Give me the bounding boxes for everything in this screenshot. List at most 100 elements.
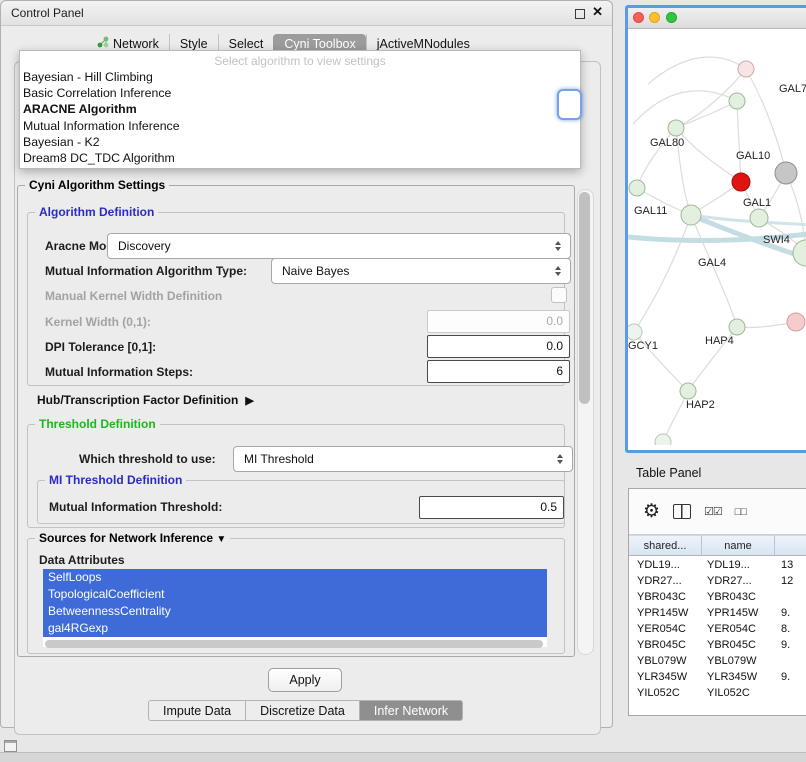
- window-icon[interactable]: [4, 740, 17, 752]
- window-title: Control Panel: [11, 1, 84, 25]
- which-threshold-value: MI Threshold: [234, 452, 551, 466]
- network-view-window: GAL7GAL80GAL10GAL11GAL1SWI4GAL4GCY1HAP4H…: [625, 5, 806, 453]
- threshold-definition-title: Threshold Definition: [35, 417, 160, 431]
- node-label-swi4: SWI4: [763, 234, 790, 246]
- network-window-titlebar[interactable]: [628, 8, 806, 29]
- algorithm-definition-title: Algorithm Definition: [35, 205, 158, 219]
- table-cell: YPR145W: [702, 605, 775, 621]
- tab-infer-network[interactable]: Infer Network: [360, 700, 463, 721]
- settings-scrollbar-thumb[interactable]: [579, 192, 590, 404]
- table-row[interactable]: YDR27...YDR27...12: [629, 573, 806, 589]
- table-row[interactable]: YDL19...YDL19...13: [629, 557, 806, 573]
- table-cell: YIL052C: [629, 685, 702, 701]
- list-item[interactable]: SelfLoops: [43, 569, 547, 586]
- table-row[interactable]: YBL079WYBL079W: [629, 653, 806, 669]
- table-body: YDL19...YDL19...13YDR27...YDR27...12YBR0…: [629, 557, 806, 701]
- dropdown-arrows-icon: [551, 454, 572, 464]
- hub-definition-expander[interactable]: Hub/Transcription Factor Definition▶: [37, 393, 254, 407]
- mac-close-button[interactable]: [633, 12, 644, 23]
- tab-label: jActiveMNodules: [377, 37, 470, 51]
- table-row[interactable]: YIL052CYIL052C: [629, 685, 806, 701]
- data-attributes-label: Data Attributes: [39, 553, 125, 567]
- settings-group-title: Cyni Algorithm Settings: [25, 178, 169, 192]
- sources-group-title[interactable]: Sources for Network Inference ▼: [35, 531, 230, 545]
- algorithm-option[interactable]: Bayesian - Hill Climbing: [20, 69, 580, 85]
- mi-steps-input[interactable]: 6: [427, 360, 570, 383]
- manual-kernel-checkbox[interactable]: [551, 287, 567, 303]
- node-label-gal7: GAL7: [779, 83, 806, 95]
- network-tab-icon: [97, 36, 109, 51]
- expanded-arrow-icon: ▼: [216, 534, 226, 545]
- list-item[interactable]: BetweennessCentrality: [43, 603, 547, 620]
- mi-threshold-group-title: MI Threshold Definition: [45, 473, 186, 487]
- table-cell: 12: [775, 573, 806, 589]
- column-header-name[interactable]: name: [702, 535, 775, 556]
- network-canvas[interactable]: GAL7GAL80GAL10GAL11GAL1SWI4GAL4GCY1HAP4H…: [628, 29, 806, 445]
- mi-threshold-input[interactable]: 0.5: [419, 496, 564, 519]
- kernel-width-label: Kernel Width (0,1):: [45, 315, 151, 329]
- bottom-tabbar: Impute Data Discretize Data Infer Networ…: [148, 700, 463, 721]
- table-cell: YPR145W: [629, 605, 702, 621]
- node-label-hap4: HAP4: [705, 335, 734, 347]
- table-cell: YER054C: [702, 621, 775, 637]
- algorithm-option[interactable]: Dream8 DC_TDC Algorithm: [20, 150, 580, 166]
- gear-icon[interactable]: ⚙: [643, 502, 660, 521]
- dropdown-arrows-icon: [549, 266, 570, 276]
- table-cell: [775, 685, 806, 701]
- data-attributes-list: SelfLoops TopologicalCoefficient Between…: [43, 569, 547, 647]
- columns-icon[interactable]: [673, 504, 691, 519]
- tab-discretize-data[interactable]: Discretize Data: [246, 700, 360, 721]
- tab-impute-data[interactable]: Impute Data: [148, 700, 246, 721]
- algorithm-option-selected[interactable]: ARACNE Algorithm: [20, 101, 580, 117]
- table-row[interactable]: YBR045CYBR045C9.: [629, 637, 806, 653]
- list-horizontal-scrollbar[interactable]: [45, 640, 543, 648]
- algorithm-option[interactable]: Mutual Information Inference: [20, 118, 580, 134]
- mac-minimize-button[interactable]: [649, 12, 660, 23]
- algorithm-combo-focus-fragment[interactable]: [557, 89, 582, 120]
- mac-zoom-button[interactable]: [666, 12, 677, 23]
- mi-type-select[interactable]: Naive Bayes: [271, 258, 571, 284]
- node-label-gcy1: GCY1: [628, 340, 658, 352]
- table-panel-window: ⚙ ☑☑ □□ shared... name YDL19...YDL19...1…: [628, 488, 806, 716]
- tab-label: Network: [113, 37, 159, 51]
- select-all-icon[interactable]: ☑☑: [704, 505, 722, 518]
- algorithm-dropdown-popup: Select algorithm to view settings Bayesi…: [19, 50, 581, 169]
- node-label-gal11: GAL11: [634, 205, 667, 217]
- table-row[interactable]: YER054CYER054C8.: [629, 621, 806, 637]
- control-panel-titlebar[interactable]: Control Panel ✕: [1, 1, 612, 26]
- list-item[interactable]: gal4RGexp: [43, 620, 547, 637]
- table-cell: YLR345W: [702, 669, 775, 685]
- dropdown-arrows-icon: [549, 241, 570, 251]
- node-label-hap2: HAP2: [686, 399, 715, 411]
- tab-label: Style: [180, 37, 208, 51]
- which-threshold-select[interactable]: MI Threshold: [233, 446, 573, 472]
- column-header-shared-name[interactable]: shared...: [629, 535, 702, 556]
- table-row[interactable]: YBR043CYBR043C: [629, 589, 806, 605]
- float-window-icon[interactable]: [575, 9, 585, 19]
- which-threshold-label: Which threshold to use:: [79, 452, 216, 466]
- apply-button[interactable]: Apply: [268, 668, 342, 692]
- table-cell: 9.: [775, 605, 806, 621]
- manual-kernel-label: Manual Kernel Width Definition: [45, 289, 222, 303]
- algorithm-option[interactable]: Basic Correlation Inference: [20, 85, 580, 101]
- control-panel-window: Control Panel ✕ Network Style Select Cyn…: [0, 0, 613, 728]
- table-cell: YLR345W: [629, 669, 702, 685]
- kernel-width-input[interactable]: 0.0: [427, 310, 570, 333]
- list-item[interactable]: TopologicalCoefficient: [43, 586, 547, 603]
- node-label-gal10: GAL10: [736, 150, 770, 162]
- dpi-tolerance-input[interactable]: 0.0: [427, 335, 570, 358]
- deselect-all-icon[interactable]: □□: [735, 506, 746, 518]
- dpi-tolerance-label: DPI Tolerance [0,1]:: [45, 340, 156, 354]
- table-cell: [775, 653, 806, 669]
- aracne-mode-select[interactable]: Discovery: [107, 233, 571, 259]
- table-row[interactable]: YPR145WYPR145W9.: [629, 605, 806, 621]
- algorithm-option[interactable]: Bayesian - K2: [20, 134, 580, 150]
- table-cell: YBR045C: [702, 637, 775, 653]
- mi-steps-label: Mutual Information Steps:: [45, 365, 193, 379]
- mi-threshold-label: Mutual Information Threshold:: [49, 500, 222, 514]
- table-cell: YBR043C: [702, 589, 775, 605]
- column-header-extra[interactable]: [775, 535, 806, 556]
- table-row[interactable]: YLR345WYLR345W9.: [629, 669, 806, 685]
- table-cell: YDL19...: [629, 557, 702, 573]
- close-icon[interactable]: ✕: [592, 4, 603, 20]
